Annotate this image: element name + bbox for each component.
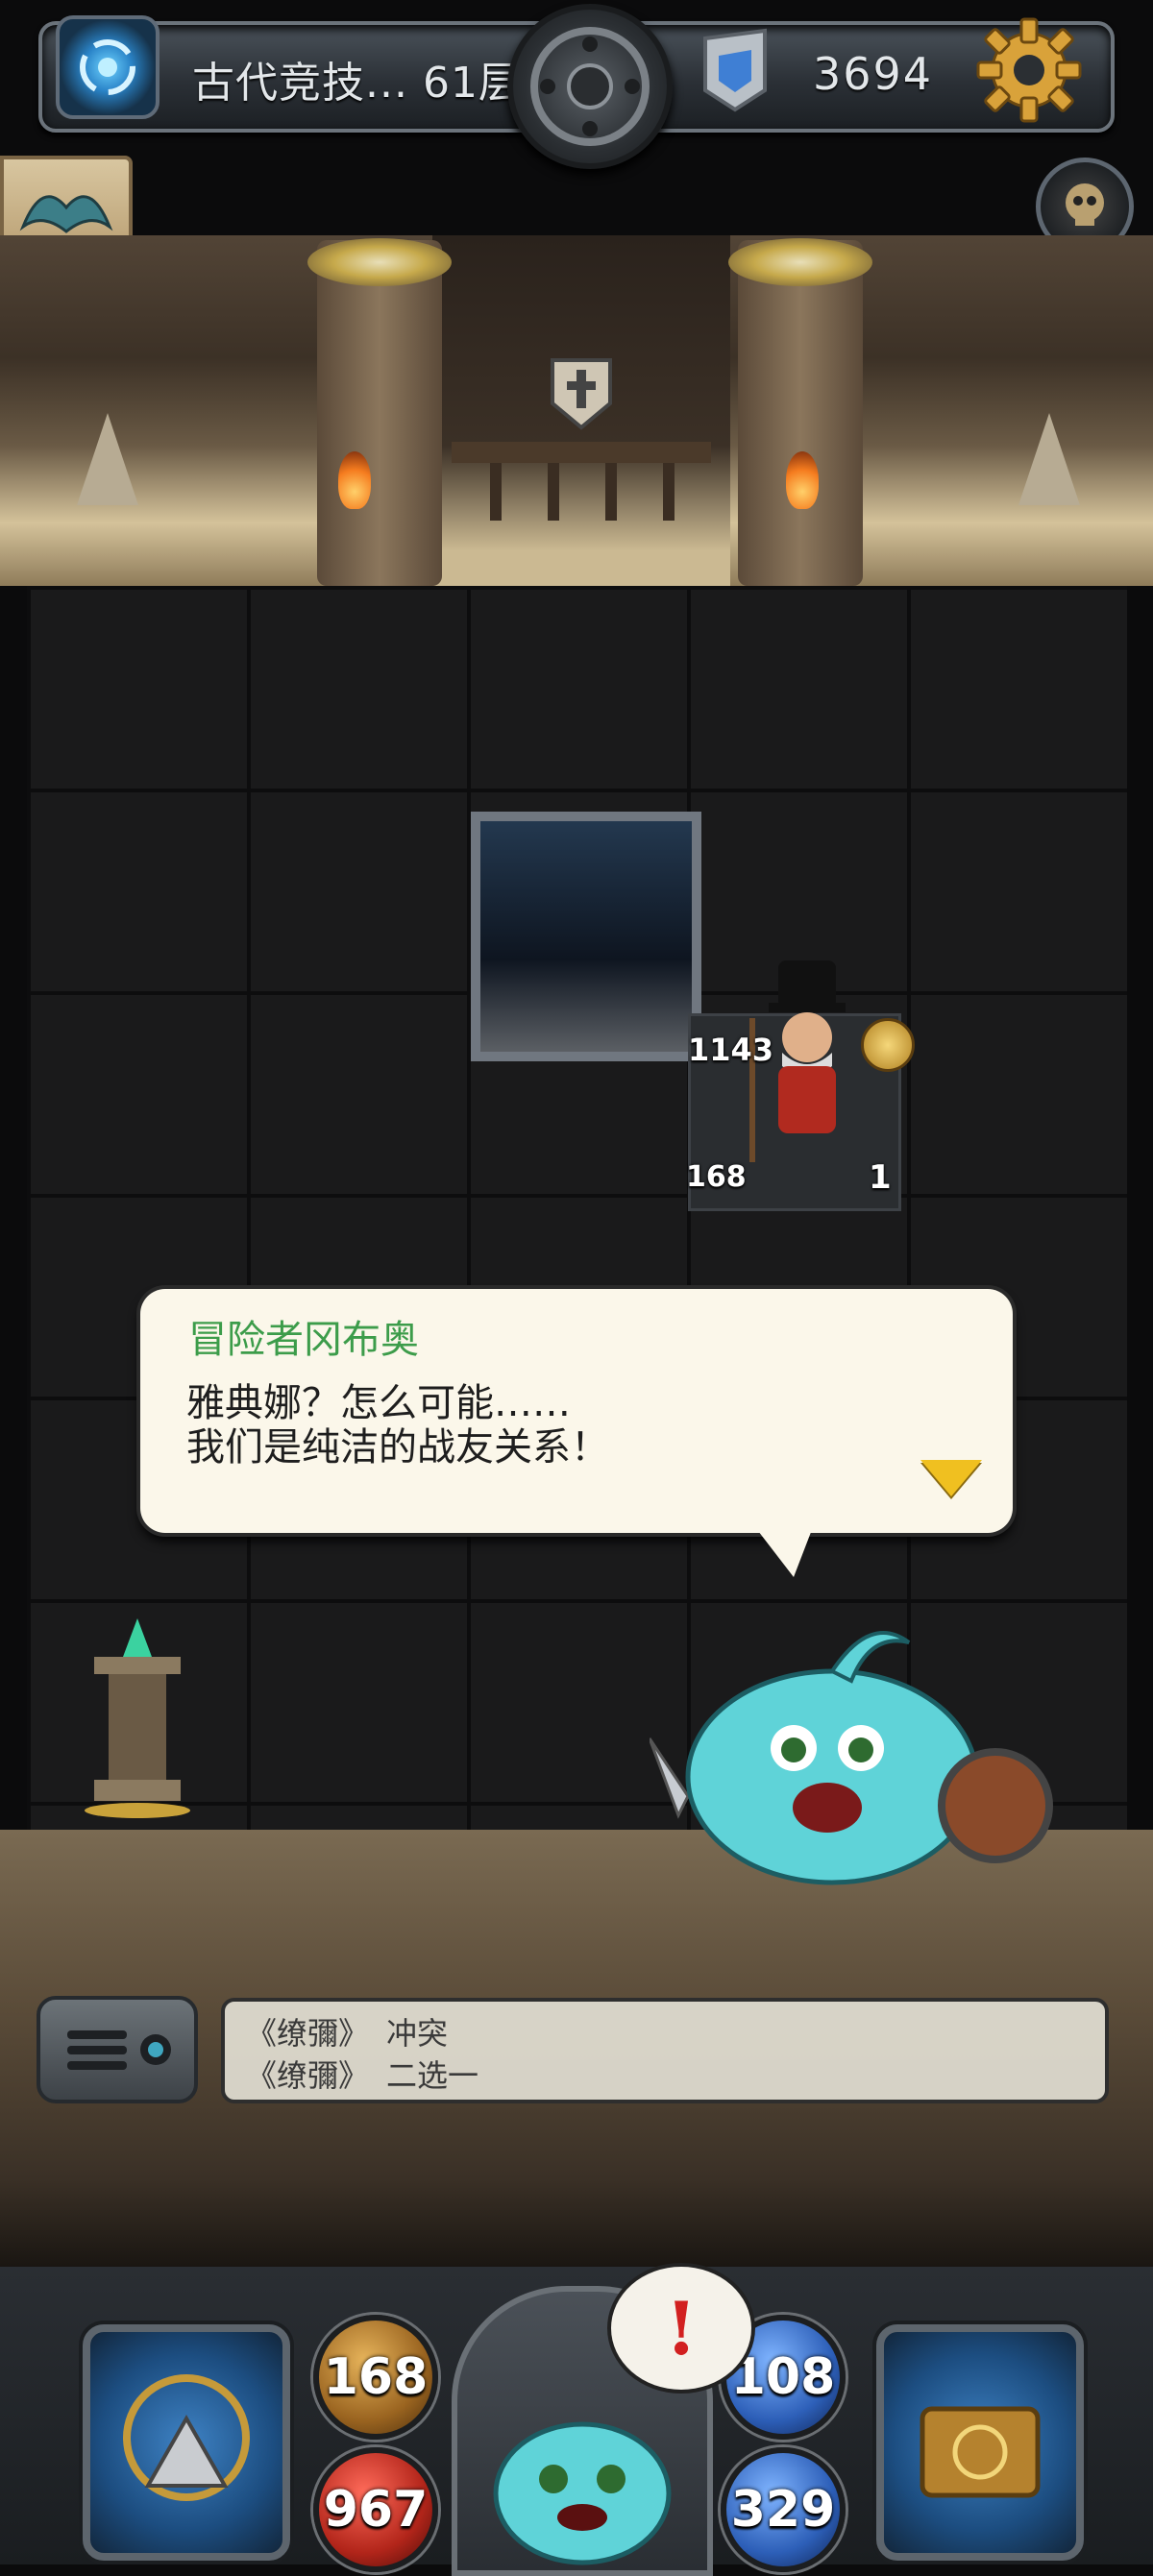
spike-icon (77, 413, 138, 505)
log-entry-text: 冲突 (386, 2015, 449, 2052)
pillar-cap-left (307, 238, 452, 286)
torch-icon (786, 451, 819, 509)
dungeon-gate (432, 235, 730, 586)
hp-stat: 967 (313, 2447, 438, 2572)
log-entry-text: 二选一 (386, 2057, 479, 2094)
enemy-hp: 1143 (688, 1032, 774, 1068)
attack-stat: 168 (313, 2315, 438, 2440)
dialog-text-line: 我们是纯洁的战友关系！ (186, 1425, 609, 1470)
log-entry: 《缭彌》 二选一 (246, 2052, 478, 2096)
alert-icon: ! (665, 2285, 698, 2371)
gem-shield-icon[interactable] (698, 27, 773, 113)
pillar-left (317, 240, 442, 586)
log-entry-tag: 《缭彌》 (246, 2057, 370, 2094)
medallion-icon[interactable] (507, 4, 673, 169)
log-entry: 《缭彌》 冲突 (246, 2009, 448, 2054)
spike-icon (1018, 413, 1080, 505)
floor-label: 古代竞技... 61层 (192, 59, 522, 108)
gear-icon[interactable] (972, 13, 1086, 127)
log-menu-button[interactable] (37, 1996, 198, 2103)
pillar-right (738, 240, 863, 586)
mp-stat: 329 (721, 2447, 846, 2572)
pillar-cap-right (728, 238, 872, 286)
altar-pedestal[interactable] (75, 1618, 200, 1820)
slime-hero[interactable] (648, 1594, 1053, 1892)
log-entry-tag: 《缭彌》 (246, 2015, 370, 2052)
portal-icon[interactable] (56, 15, 159, 119)
torch-icon (338, 451, 371, 509)
speaker-name: 冒险者冈布奥 (188, 1318, 419, 1362)
spellbook-button[interactable] (876, 2324, 1084, 2561)
continue-arrow-icon[interactable] (920, 1460, 982, 1496)
gold-counter: 3694 (813, 48, 934, 100)
equipment-button[interactable] (83, 2324, 290, 2561)
enemy-attack: 168 (686, 1160, 747, 1194)
dialog-tail (755, 1527, 813, 1577)
enemy-turns: 1 (869, 1158, 892, 1197)
alert-bubble[interactable]: ! (611, 2267, 751, 2390)
stairs-down[interactable] (471, 812, 701, 1061)
sword-badge-icon (861, 1018, 915, 1072)
